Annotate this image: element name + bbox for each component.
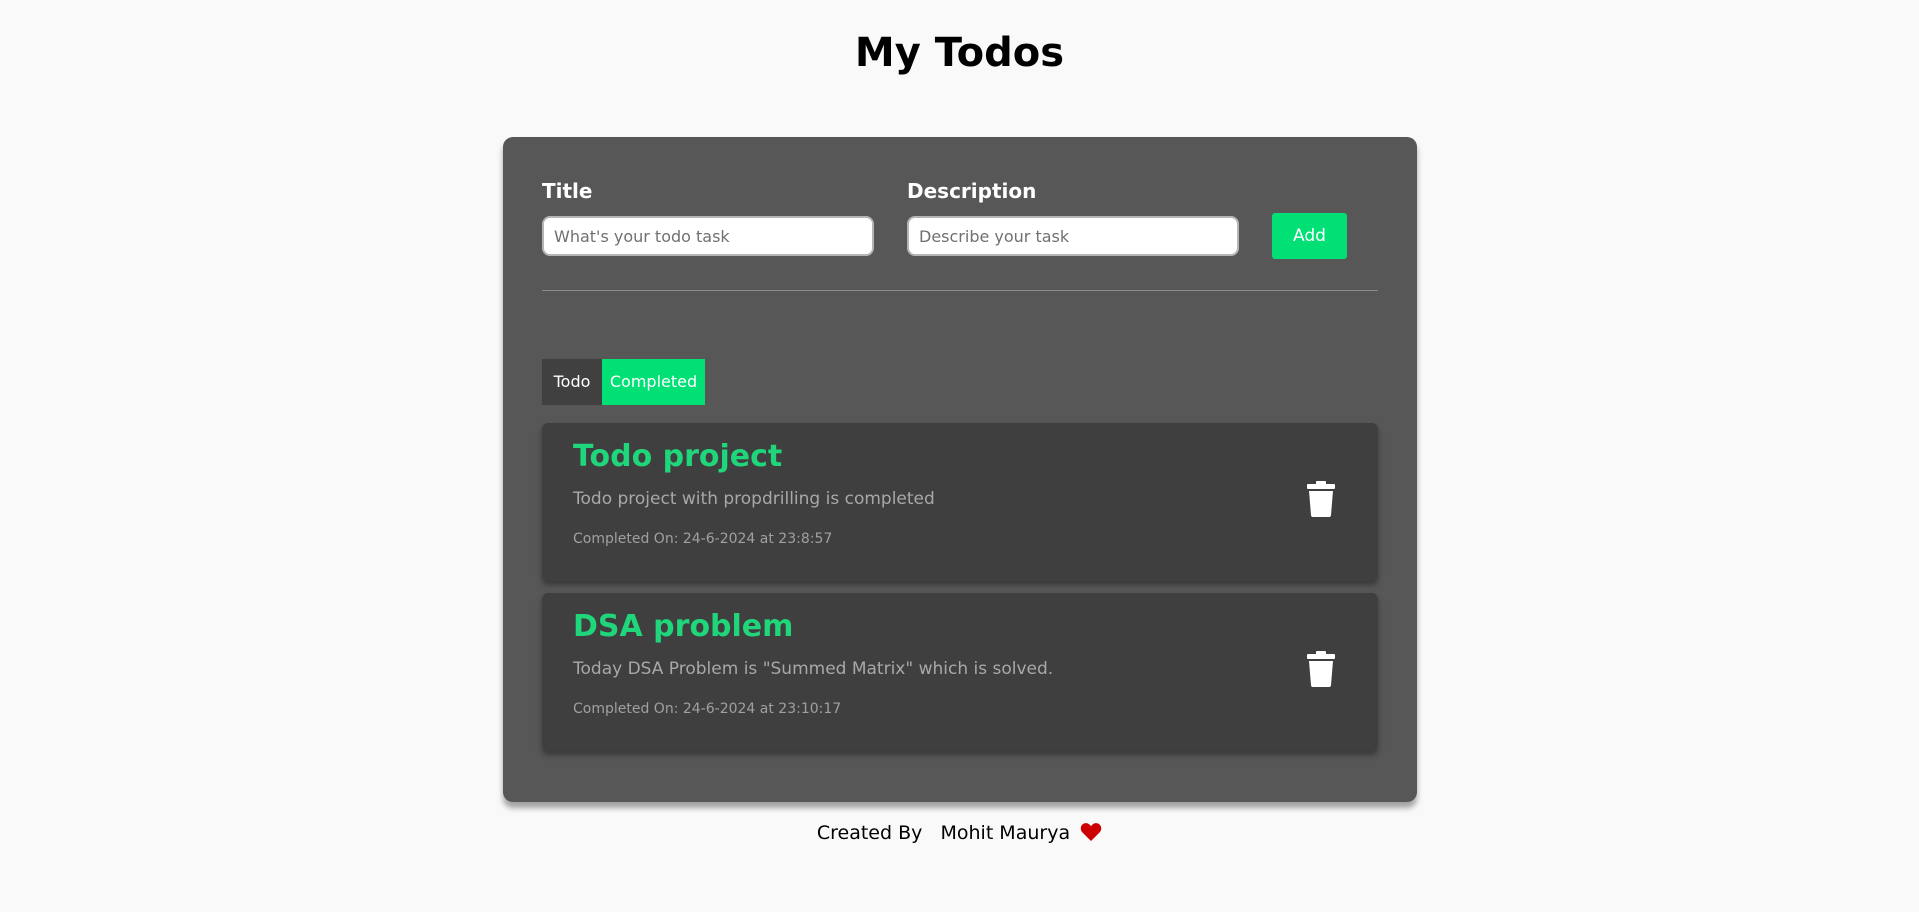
description-label: Description xyxy=(907,179,1037,203)
todo-completed-date: Completed On: 24-6-2024 at 23:10:17 xyxy=(573,701,842,717)
title-input[interactable] xyxy=(542,216,874,256)
heart-icon xyxy=(1080,823,1102,841)
todo-card: DSA problem Today DSA Problem is "Summed… xyxy=(542,593,1378,751)
todo-card: Todo project Todo project with propdrill… xyxy=(542,423,1378,581)
divider xyxy=(542,290,1378,291)
todo-completed-date: Completed On: 24-6-2024 at 23:8:57 xyxy=(573,531,833,547)
footer: Created By Mohit Maurya xyxy=(0,822,1919,844)
trash-icon[interactable] xyxy=(1307,481,1335,517)
tab-todo[interactable]: Todo xyxy=(542,359,602,405)
todo-title: Todo project xyxy=(573,439,783,474)
todo-description: Today DSA Problem is "Summed Matrix" whi… xyxy=(573,659,1054,679)
footer-created-by: Created By xyxy=(816,822,923,844)
page-title: My Todos xyxy=(854,30,1065,76)
trash-icon[interactable] xyxy=(1307,651,1335,687)
todo-title: DSA problem xyxy=(573,609,794,644)
todo-panel: Title Description Add Todo Completed Tod… xyxy=(503,137,1417,802)
description-input[interactable] xyxy=(907,216,1239,256)
tab-completed[interactable]: Completed xyxy=(602,359,705,405)
add-button[interactable]: Add xyxy=(1272,213,1347,259)
title-label: Title xyxy=(542,179,593,203)
todo-description: Todo project with propdrilling is comple… xyxy=(573,489,935,509)
footer-author: Mohit Maurya xyxy=(940,822,1071,844)
